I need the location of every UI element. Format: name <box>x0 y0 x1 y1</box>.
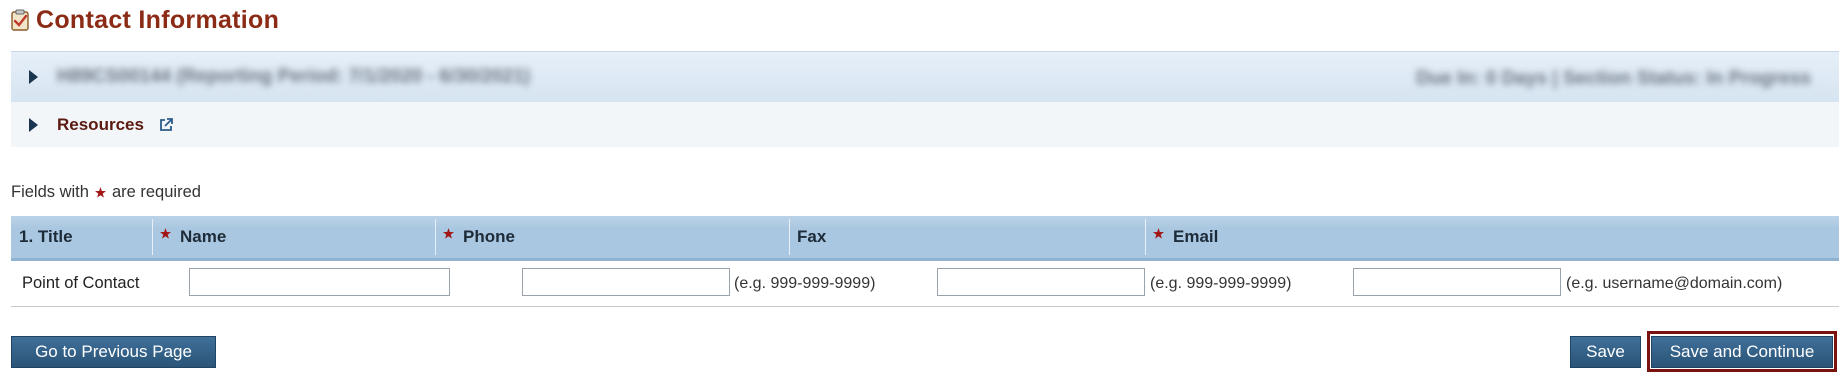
column-header-email: Email <box>1153 216 1218 258</box>
reporting-period-label: H89CS00144 (Reporting Period: 7/1/2020 -… <box>57 66 531 87</box>
previous-page-button[interactable]: Go to Previous Page <box>11 336 216 368</box>
triangle-right-icon[interactable] <box>29 117 38 132</box>
triangle-right-icon[interactable] <box>29 70 38 84</box>
resources-header[interactable]: Resources <box>11 102 1839 147</box>
title-row: Contact Information <box>10 4 279 36</box>
external-link-icon[interactable] <box>158 117 174 133</box>
column-header-name: Name <box>160 216 226 258</box>
column-header-fax: Fax <box>797 227 827 246</box>
save-button[interactable]: Save <box>1570 336 1641 368</box>
reporting-period-header[interactable]: H89CS00144 (Reporting Period: 7/1/2020 -… <box>11 51 1839 102</box>
fax-input[interactable] <box>937 268 1145 296</box>
resources-link[interactable]: Resources <box>57 115 144 135</box>
star-icon <box>1153 227 1164 239</box>
page-title: Contact Information <box>36 5 280 34</box>
required-fields-note: Fields with are required <box>11 183 201 202</box>
fax-hint: (e.g. 999-999-9999) <box>1150 274 1292 292</box>
phone-hint: (e.g. 999-999-9999) <box>734 274 876 292</box>
name-input[interactable] <box>189 268 450 296</box>
required-note-before: Fields with <box>11 183 89 201</box>
contact-table-header: 1. Title Name Phone Fax Email <box>11 216 1839 261</box>
table-row: Point of Contact (e.g. 999-999-9999) (e.… <box>11 261 1839 307</box>
row-title-label: Point of Contact <box>22 274 140 292</box>
email-hint: (e.g. username@domain.com) <box>1566 274 1783 292</box>
phone-input[interactable] <box>522 268 730 296</box>
section-status-label: Due In: 0 Days | Section Status: In Prog… <box>1416 68 1811 89</box>
star-icon <box>443 227 454 239</box>
column-header-phone: Phone <box>443 216 515 258</box>
accordion-panel: H89CS00144 (Reporting Period: 7/1/2020 -… <box>11 51 1839 147</box>
star-icon <box>94 187 106 198</box>
page: Contact Information H89CS00144 (Reportin… <box>0 0 1839 383</box>
email-input[interactable] <box>1353 268 1561 296</box>
required-note-after: are required <box>111 183 201 201</box>
clipboard-check-icon <box>11 9 29 31</box>
save-and-continue-button[interactable]: Save and Continue <box>1651 336 1833 368</box>
star-icon <box>160 227 171 239</box>
column-header-title: 1. Title <box>19 227 73 246</box>
